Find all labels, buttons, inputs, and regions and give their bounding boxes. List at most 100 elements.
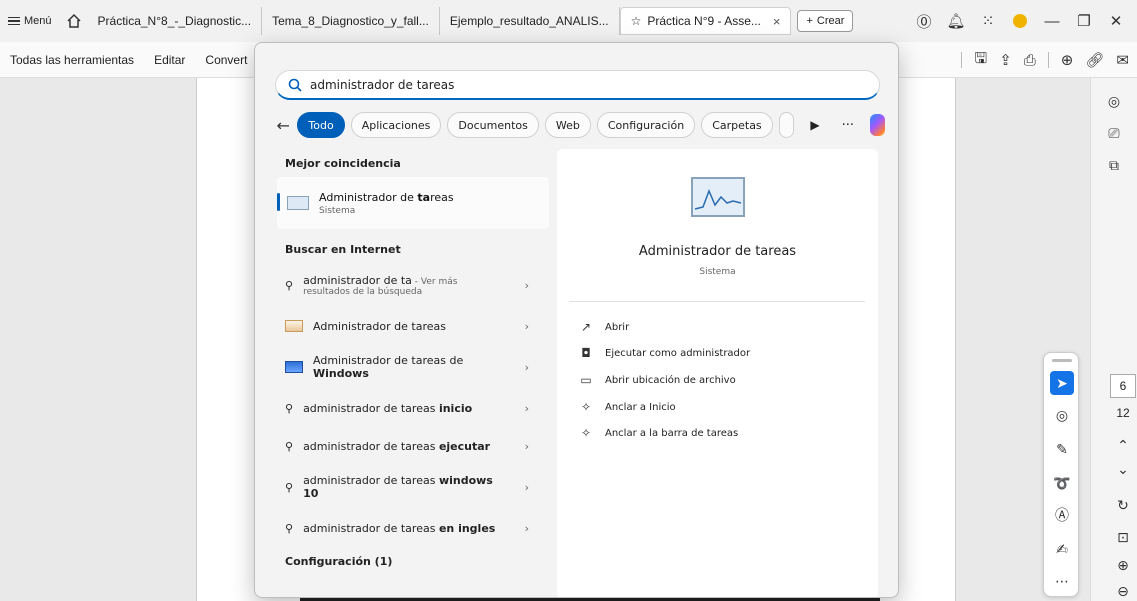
tab-tema-8[interactable]: Tema_8_Diagnostico_y_fall... — [262, 7, 440, 35]
tab-ejemplo-resultado[interactable]: Ejemplo_resultado_ANALIS... — [440, 7, 620, 35]
preview-app-type: Sistema — [699, 267, 736, 277]
upload-icon[interactable]: ⇪ — [999, 51, 1012, 69]
chevron-up-icon[interactable]: ⌃ — [1112, 434, 1134, 456]
list-item[interactable]: ⚲ administrador de tareas ejecutar › — [277, 427, 549, 465]
search-icon — [288, 78, 302, 92]
help-icon[interactable]: ⓪ — [909, 7, 939, 35]
open-icon: ↗ — [580, 320, 592, 334]
search-query: administrador de tareas — [310, 77, 455, 92]
signature-icon[interactable]: ✍ — [1050, 537, 1074, 561]
all-tools-menu[interactable]: Todas las herramientas — [0, 53, 144, 67]
menu-button[interactable]: Menú — [0, 7, 60, 35]
result-text-bold: windows — [438, 474, 493, 487]
list-item[interactable]: ⚲ administrador de tareas inicio › — [277, 389, 549, 427]
pages-icon[interactable]: ⧉ — [1103, 154, 1125, 176]
comment-tool-icon[interactable]: ◎ — [1050, 403, 1074, 427]
copilot-icon[interactable] — [869, 114, 885, 136]
chevron-right-icon: › — [524, 401, 529, 415]
mail-icon[interactable]: ✉ — [1116, 51, 1129, 69]
pen-tool-icon[interactable]: ✎ — [1050, 437, 1074, 461]
search-icon: ⚲ — [285, 401, 294, 415]
result-text-line2: 10 — [303, 487, 319, 500]
close-tab-icon[interactable]: × — [773, 14, 781, 29]
lasso-icon[interactable]: ➰ — [1050, 471, 1074, 495]
play-icon[interactable]: ▶ — [800, 118, 829, 132]
save-icon[interactable]: 🖫 — [974, 48, 987, 73]
windows-search-popup: administrador de tareas ← Todo Aplicacio… — [254, 42, 899, 598]
filter-folders[interactable]: Carpetas — [701, 112, 773, 138]
convert-menu[interactable]: Convert — [195, 53, 257, 67]
fit-page-icon[interactable]: ⊡ — [1112, 526, 1134, 548]
result-text-bold: en ingles — [438, 521, 496, 535]
page-number-input[interactable]: 6 — [1110, 374, 1136, 398]
chevron-right-icon: › — [524, 480, 529, 494]
search-icon: ⚲ — [285, 521, 294, 535]
drag-handle[interactable] — [1052, 359, 1072, 362]
filter-apps[interactable]: Aplicaciones — [350, 112, 442, 138]
folder-icon: ▭ — [580, 373, 592, 387]
list-item[interactable]: Administrador de tareas de Windows › — [277, 345, 549, 389]
task-manager-icon — [691, 177, 745, 217]
internet-heading: Buscar en Internet — [285, 242, 401, 256]
select-cursor-icon[interactable]: ➤ — [1050, 371, 1074, 395]
plus-icon: + — [806, 15, 813, 27]
settings-heading: Configuración (1) — [285, 554, 393, 568]
avatar[interactable] — [1005, 7, 1035, 35]
tab-label: Práctica N°9 - Asse... — [647, 14, 761, 28]
best-match-item[interactable]: Administrador de tareas Sistema — [277, 177, 549, 229]
search-input[interactable]: administrador de tareas — [275, 70, 880, 100]
minimize-icon[interactable]: — — [1037, 7, 1067, 35]
action-open[interactable]: ↗ Abrir — [579, 317, 629, 337]
list-item[interactable]: ⚲ administrador de tareas windows 10 › — [277, 465, 549, 509]
tab-practica-9[interactable]: ☆ Práctica N°9 - Asse... × — [619, 7, 792, 35]
text-box-icon[interactable]: Ⓐ — [1050, 503, 1074, 527]
tab-practica-8[interactable]: Práctica_N°8_-_Diagnostic... — [88, 7, 263, 35]
zoom-out-icon[interactable]: ⊖ — [1112, 580, 1134, 601]
filter-all[interactable]: Todo — [297, 112, 345, 138]
chevron-right-icon: › — [524, 278, 529, 292]
restore-icon[interactable]: ❐ — [1069, 7, 1099, 35]
create-button[interactable]: + Crear — [797, 10, 854, 32]
chevron-right-icon: › — [524, 319, 529, 333]
more-tools-icon[interactable]: ⋯ — [1050, 569, 1074, 593]
action-run-as-admin[interactable]: ◘ Ejecutar como administrador — [579, 343, 750, 363]
list-item[interactable]: Administrador de tareas › — [277, 307, 549, 345]
page-total: 12 — [1116, 406, 1130, 420]
zoom-in-icon[interactable]: ⊕ — [1112, 554, 1134, 576]
best-match-name-highlight: ta — [417, 190, 431, 204]
divider — [569, 301, 865, 302]
close-window-icon[interactable]: ✕ — [1101, 7, 1131, 35]
link-icon[interactable]: 🔗︎ — [1085, 51, 1104, 69]
toolbar-divider — [1047, 52, 1049, 68]
action-open-location[interactable]: ▭ Abrir ubicación de archivo — [579, 370, 735, 390]
hamburger-icon — [8, 15, 20, 28]
pin-icon: ✧ — [580, 426, 592, 440]
star-icon[interactable]: ☆ — [631, 14, 642, 28]
task-manager-icon — [287, 196, 309, 210]
list-item[interactable]: ⚲ administrador de tareas en ingles › — [277, 509, 549, 547]
refresh-icon[interactable]: ↻ — [1112, 494, 1134, 516]
search-icon: ⚲ — [285, 480, 294, 494]
share-icon[interactable]: ⊕ — [1061, 51, 1074, 69]
action-pin-taskbar[interactable]: ✧ Anclar a la barra de tareas — [579, 423, 738, 443]
bell-icon[interactable]: 🔔︎ — [941, 7, 971, 35]
bookmark-icon[interactable]: ⎚ — [1103, 122, 1125, 144]
comment-icon[interactable]: ◎ — [1103, 90, 1125, 112]
filter-documents[interactable]: Documentos — [447, 112, 539, 138]
chevron-down-icon[interactable]: ⌄ — [1112, 458, 1134, 480]
back-arrow-icon[interactable]: ← — [275, 116, 291, 135]
list-item[interactable]: ⚲ administrador de ta - Ver más resultad… — [277, 263, 549, 307]
filter-web[interactable]: Web — [544, 112, 591, 138]
action-pin-start[interactable]: ✧ Anclar a Inicio — [579, 397, 676, 417]
chevron-right-icon: › — [524, 521, 529, 535]
result-subtext: resultados de la búsqueda — [303, 286, 423, 297]
filter-settings[interactable]: Configuración — [596, 112, 696, 138]
edit-menu[interactable]: Editar — [144, 53, 195, 67]
filter-more-chip[interactable] — [778, 112, 795, 138]
result-text: Administrador de tareas de — [313, 354, 464, 367]
result-text: administrador de tareas — [303, 474, 439, 487]
apps-grid-icon[interactable]: ⁙ — [973, 7, 1003, 35]
home-button[interactable] — [60, 7, 88, 35]
more-options-icon[interactable]: ··· — [836, 118, 860, 133]
print-icon[interactable]: ⎙ — [1024, 52, 1036, 69]
